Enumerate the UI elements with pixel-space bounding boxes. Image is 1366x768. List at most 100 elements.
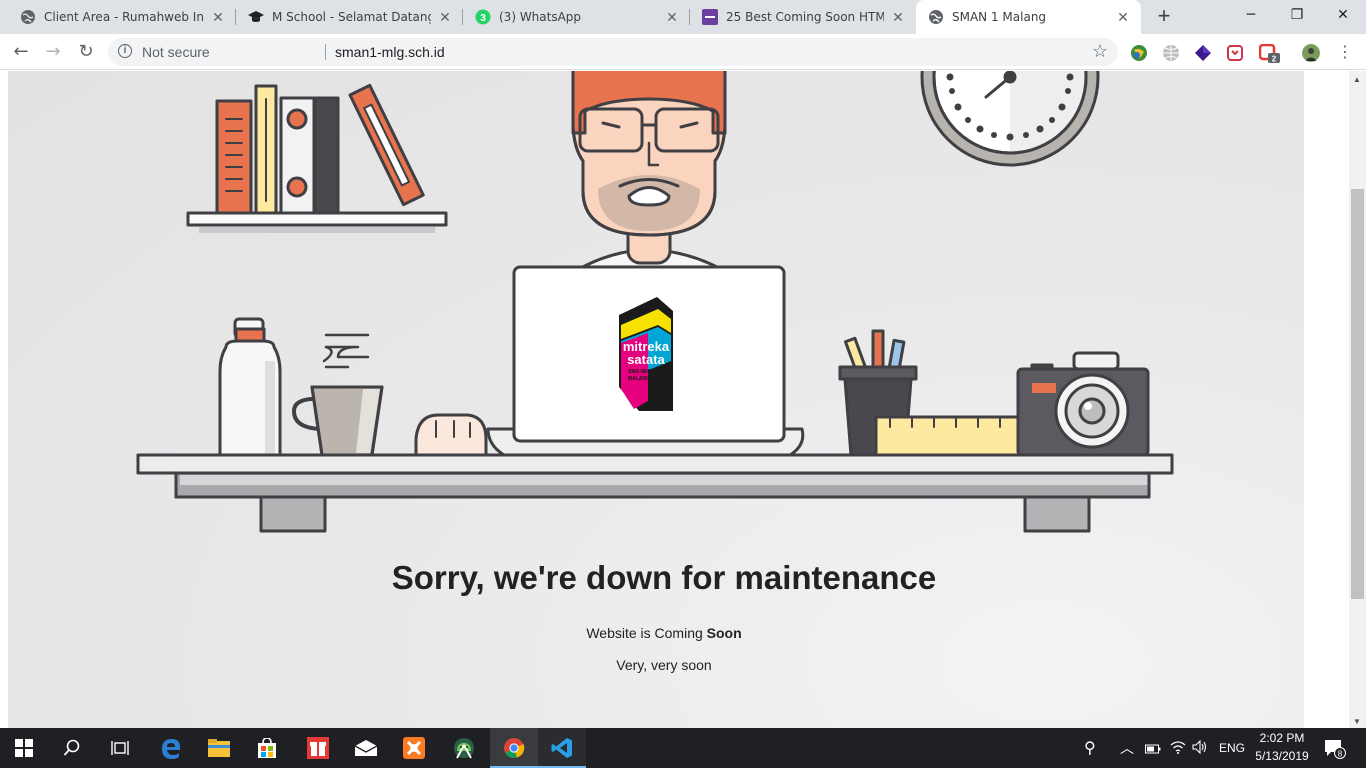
wifi-icon[interactable] <box>1170 740 1186 759</box>
search-button[interactable] <box>48 728 96 768</box>
profile-avatar[interactable] <box>1302 44 1320 62</box>
scroll-down-arrow-icon[interactable]: ▼ <box>1353 717 1361 726</box>
camera <box>1016 351 1150 457</box>
logo-line4: MALANG <box>628 376 650 382</box>
battery-icon[interactable] <box>1145 742 1161 760</box>
address-bar[interactable]: i Not secure sman1-mlg.sch.id ☆ <box>108 38 1118 66</box>
task-view-icon <box>111 741 129 755</box>
globe-icon <box>20 9 36 25</box>
edge-icon <box>162 739 181 759</box>
extension-diamond-icon[interactable] <box>1194 44 1212 62</box>
volume-icon[interactable] <box>1192 739 1208 759</box>
whatsapp-badge: 3 <box>480 13 486 24</box>
coming-soon-text: Website is Coming Soon <box>8 625 1320 641</box>
taskbar-android-studio[interactable] <box>440 728 488 768</box>
browser-toolbar: ← → ↻ i Not secure sman1-mlg.sch.id ☆ 2 … <box>0 34 1366 70</box>
start-button[interactable] <box>0 728 48 768</box>
info-icon[interactable]: i <box>118 44 132 58</box>
colorlib-icon <box>702 9 718 25</box>
reload-button[interactable]: ↻ <box>72 38 100 66</box>
character <box>571 71 727 271</box>
extension-pocket-icon[interactable] <box>1226 44 1244 62</box>
folder-icon <box>208 739 230 757</box>
chrome-icon <box>504 738 525 758</box>
people-icon[interactable]: ⚲ <box>1084 738 1096 758</box>
security-label[interactable]: Not secure <box>142 44 210 60</box>
extension-globe-icon[interactable] <box>1130 44 1148 62</box>
task-view-button[interactable] <box>96 728 144 768</box>
graduation-cap-icon <box>248 9 264 25</box>
new-tab-button[interactable]: + <box>1152 5 1176 29</box>
coffee-cup <box>292 333 384 457</box>
tab-title: Client Area - Rumahweb Indonesia <box>44 10 204 24</box>
extension-badge-icon[interactable]: 2 <box>1258 43 1280 64</box>
laptop-school-logo: mitreka satata SMA NEGERI 1 MALANG <box>619 297 673 411</box>
taskbar-store[interactable] <box>243 728 291 768</box>
laptop <box>414 265 805 457</box>
taskbar-mail[interactable] <box>342 728 390 768</box>
url-text[interactable]: sman1-mlg.sch.id <box>335 44 445 60</box>
coming-soon-bold: Soon <box>706 625 742 641</box>
bookshelf <box>186 83 448 233</box>
menu-kebab-icon[interactable]: ⋮ <box>1331 38 1359 66</box>
bottle <box>218 317 282 459</box>
close-icon[interactable]: ✕ <box>210 9 226 25</box>
close-window-button[interactable]: ✕ <box>1320 0 1366 30</box>
notification-count: 8 <box>1338 749 1343 758</box>
omnibox-divider <box>325 44 326 60</box>
restore-button[interactable]: ❐ <box>1274 0 1320 30</box>
tray-chevron-up-icon[interactable]: ︿ <box>1120 738 1134 758</box>
close-icon[interactable]: ✕ <box>890 9 906 25</box>
tab-title: (3) WhatsApp <box>499 10 582 24</box>
tab-colorlib[interactable]: 25 Best Coming Soon HTML5 Website ✕ <box>690 0 916 34</box>
tab-m-school[interactable]: M School - Selamat Datang di M School ✕ <box>236 0 463 34</box>
extension-badge-count: 2 <box>1272 55 1277 64</box>
forward-button[interactable]: → <box>39 38 67 66</box>
tab-title: M School - Selamat Datang di M School <box>272 10 431 24</box>
page-viewport: mitreka satata SMA NEGERI 1 MALANG Sorry… <box>0 71 1366 728</box>
scrollbar-thumb[interactable] <box>1351 189 1364 599</box>
language-indicator[interactable]: ENG <box>1219 741 1245 755</box>
bookmark-star-icon[interactable]: ☆ <box>1092 41 1108 62</box>
maintenance-stage: mitreka satata SMA NEGERI 1 MALANG Sorry… <box>8 71 1304 728</box>
tagline-text: Very, very soon <box>616 657 712 673</box>
xampp-icon <box>403 737 425 759</box>
notification-center-icon[interactable]: 8 <box>1324 739 1346 764</box>
back-button[interactable]: ← <box>7 38 35 66</box>
tab-sman1-malang[interactable]: SMAN 1 Malang ✕ <box>916 0 1141 34</box>
clock-time[interactable]: 2:02 PM <box>1254 731 1310 745</box>
android-studio-icon <box>454 738 474 759</box>
minimize-button[interactable]: ─ <box>1228 0 1274 30</box>
tab-whatsapp[interactable]: 3 (3) WhatsApp ✕ <box>463 0 690 34</box>
whatsapp-icon: 3 <box>475 9 491 25</box>
close-icon[interactable]: ✕ <box>664 9 680 25</box>
scroll-up-arrow-icon[interactable]: ▲ <box>1353 75 1361 84</box>
windows-logo-icon <box>15 739 33 757</box>
wall-clock <box>920 71 1100 167</box>
tab-title: 25 Best Coming Soon HTML5 Website <box>726 10 884 24</box>
taskbar-xampp[interactable] <box>390 728 438 768</box>
tab-strip: Client Area - Rumahweb Indonesia ✕ M Sch… <box>0 0 1366 34</box>
taskbar-vscode[interactable] <box>538 728 586 768</box>
globe-icon <box>928 9 944 25</box>
tab-client-area[interactable]: Client Area - Rumahweb Indonesia ✕ <box>8 0 236 34</box>
coming-soon-prefix: Website is Coming <box>586 625 707 641</box>
mail-icon <box>355 740 377 756</box>
logo-line2: satata <box>627 352 665 367</box>
close-icon[interactable]: ✕ <box>1115 9 1131 25</box>
clock-date[interactable]: 5/13/2019 <box>1252 749 1312 763</box>
taskbar-edge[interactable] <box>147 728 195 768</box>
vertical-scrollbar[interactable]: ▲ ▼ <box>1349 71 1366 728</box>
taskbar-gift-app[interactable] <box>294 728 342 768</box>
maintenance-illustration: mitreka satata SMA NEGERI 1 MALANG <box>136 71 1174 533</box>
tab-title: SMAN 1 Malang <box>952 10 1047 24</box>
logo-line3: SMA NEGERI 1 <box>628 369 664 375</box>
taskbar-file-explorer[interactable] <box>195 728 243 768</box>
gift-icon <box>307 737 329 759</box>
close-icon[interactable]: ✕ <box>437 9 453 25</box>
taskbar-chrome[interactable] <box>490 728 538 768</box>
desk <box>136 453 1174 533</box>
vscode-icon <box>551 738 572 758</box>
extension-grey-globe-icon[interactable] <box>1162 44 1180 62</box>
search-icon <box>63 739 80 756</box>
